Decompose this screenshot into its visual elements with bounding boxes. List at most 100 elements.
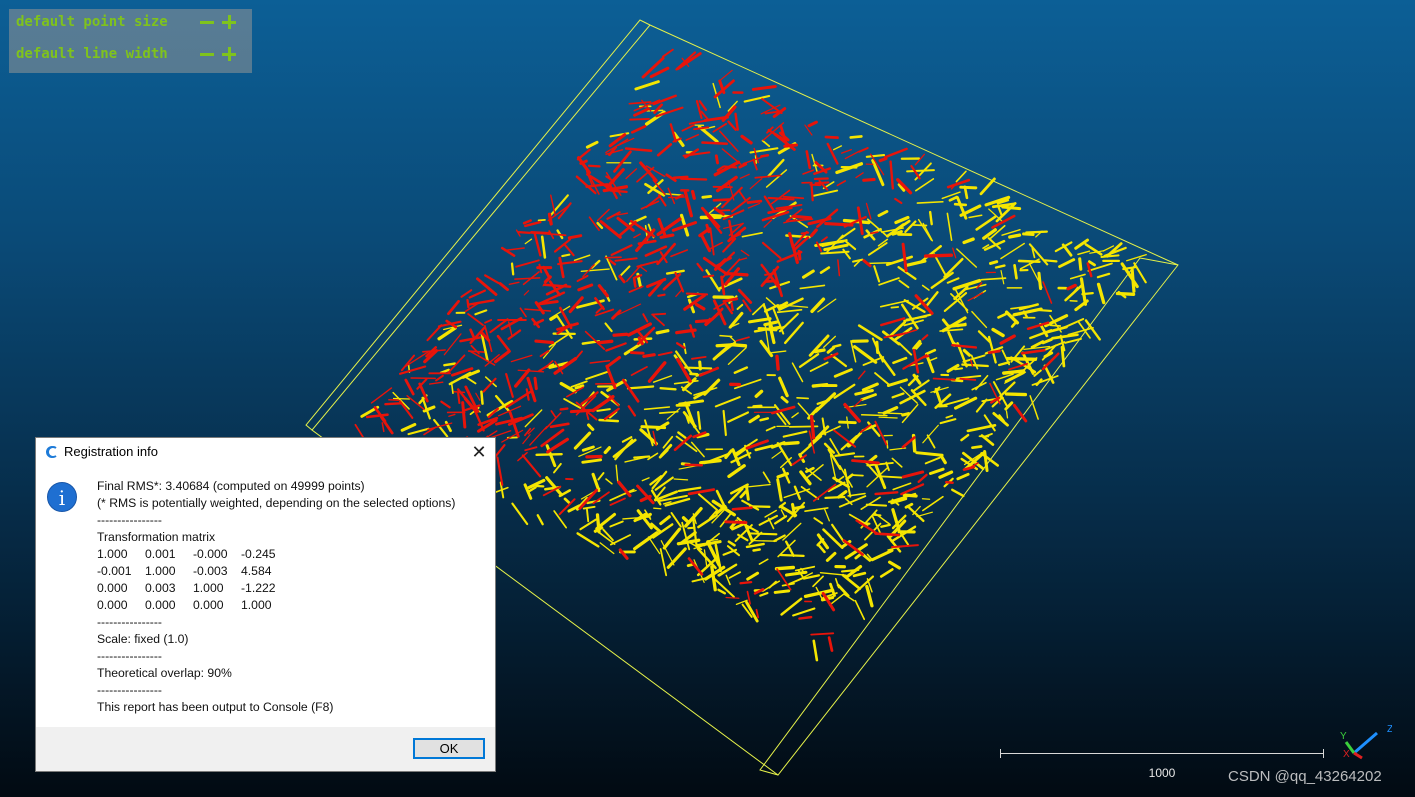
cloud-streak xyxy=(659,515,671,526)
cloud-streak xyxy=(874,491,899,496)
point-size-increase-button[interactable] xyxy=(220,13,238,31)
cloud-streak xyxy=(694,318,711,324)
cloud-streak xyxy=(723,165,738,169)
cloud-streak xyxy=(639,266,648,272)
cloud-streak xyxy=(800,231,810,235)
cloud-streak xyxy=(713,79,735,99)
cloud-streak xyxy=(932,377,956,381)
cloud-streak xyxy=(618,274,626,284)
dialog-title: Registration info xyxy=(64,444,158,459)
cloud-streak xyxy=(559,381,578,394)
cloud-streak xyxy=(791,412,799,419)
cloud-streak xyxy=(505,372,514,398)
cloud-streak xyxy=(698,360,702,371)
cloud-streak xyxy=(365,413,389,419)
dialog-titlebar[interactable]: Registration info ✕ xyxy=(36,438,495,466)
cloud-streak xyxy=(1133,262,1147,284)
cloud-streak xyxy=(585,370,610,381)
cloud-streak xyxy=(725,574,731,586)
cloud-streak xyxy=(886,378,908,388)
cloud-streak xyxy=(536,514,544,526)
cloud-streak xyxy=(754,444,774,452)
cloud-streak xyxy=(469,328,475,338)
point-size-decrease-button[interactable] xyxy=(198,13,216,31)
line-width-decrease-button[interactable] xyxy=(198,45,216,63)
cloud-streak xyxy=(946,212,953,241)
cloud-streak xyxy=(833,383,856,399)
cloud-streak xyxy=(652,94,677,106)
cloud-streak xyxy=(879,354,896,376)
cloud-streak xyxy=(468,299,495,306)
matrix-cell: 0.003 xyxy=(145,581,176,595)
cloud-streak xyxy=(370,387,393,404)
cloud-streak xyxy=(809,361,829,372)
cloud-streak xyxy=(665,193,683,196)
cloud-streak xyxy=(659,386,677,391)
cloud-streak xyxy=(643,406,671,411)
cloud-streak xyxy=(652,314,665,327)
cloud-streak xyxy=(921,334,929,341)
cloud-streak xyxy=(858,147,869,153)
matrix-cell: 0.000 xyxy=(193,598,224,612)
cloud-streak xyxy=(926,434,936,449)
cloud-streak xyxy=(738,190,746,201)
cloud-streak xyxy=(841,573,862,591)
cloud-streak xyxy=(832,343,842,349)
cloud-streak xyxy=(1081,291,1094,296)
cloud-streak xyxy=(672,175,689,180)
cloud-streak xyxy=(717,588,727,595)
cloud-streak xyxy=(770,350,787,354)
close-icon[interactable]: ✕ xyxy=(467,440,491,464)
cloud-streak xyxy=(524,446,538,452)
cloud-streak xyxy=(691,355,707,360)
matrix-cell: -0.001 xyxy=(97,564,132,578)
cloud-streak xyxy=(453,391,466,394)
rms-note-line: (* RMS is potentially weighted, dependin… xyxy=(97,496,456,510)
cloud-streak xyxy=(634,80,660,91)
scale-bar-label: 1000 xyxy=(1148,766,1176,780)
cloud-streak xyxy=(615,464,619,483)
matrix-cell: -0.245 xyxy=(241,547,276,561)
cloud-streak xyxy=(596,339,614,345)
cloud-streak xyxy=(874,532,901,537)
cloud-streak xyxy=(754,389,764,398)
cloud-streak xyxy=(765,425,776,432)
cloud-streak xyxy=(657,293,666,297)
ok-button[interactable]: OK xyxy=(413,738,485,759)
cloud-streak xyxy=(705,269,721,292)
cloud-streak xyxy=(510,354,533,363)
cloud-streak xyxy=(724,271,749,277)
cloud-streak xyxy=(680,177,708,181)
cloud-streak xyxy=(951,488,965,498)
cloud-streak xyxy=(517,231,531,234)
cloud-streak xyxy=(522,434,531,445)
cloudcompare-logo-icon xyxy=(46,446,57,458)
cloud-streak xyxy=(537,218,546,222)
cloud-streak xyxy=(872,513,882,517)
cloud-streak xyxy=(474,309,488,316)
cloud-streak xyxy=(943,291,968,312)
cloud-streak xyxy=(783,321,804,345)
cloud-streak xyxy=(770,441,786,449)
cloud-streak xyxy=(748,414,760,424)
cloud-streak xyxy=(898,279,910,289)
cloud-streak xyxy=(521,454,542,478)
cloud-streak xyxy=(655,329,670,335)
cloud-streak xyxy=(589,360,611,364)
cloud-streak xyxy=(737,288,753,304)
cloud-streak xyxy=(890,306,900,309)
cloud-streak xyxy=(912,224,928,227)
cloud-streak xyxy=(827,636,834,652)
cloud-streak xyxy=(901,412,911,417)
cloud-streak xyxy=(468,289,486,299)
cloud-streak xyxy=(820,236,828,243)
cloud-streak xyxy=(1058,258,1076,269)
cloud-streak xyxy=(457,391,461,405)
line-width-increase-button[interactable] xyxy=(220,45,238,63)
cloud-streak xyxy=(811,382,829,388)
cloud-streak xyxy=(533,318,545,326)
cloud-streak xyxy=(812,189,839,197)
cloud-streak xyxy=(924,456,941,465)
cloud-streak xyxy=(568,296,584,314)
cloud-streak xyxy=(776,308,803,314)
